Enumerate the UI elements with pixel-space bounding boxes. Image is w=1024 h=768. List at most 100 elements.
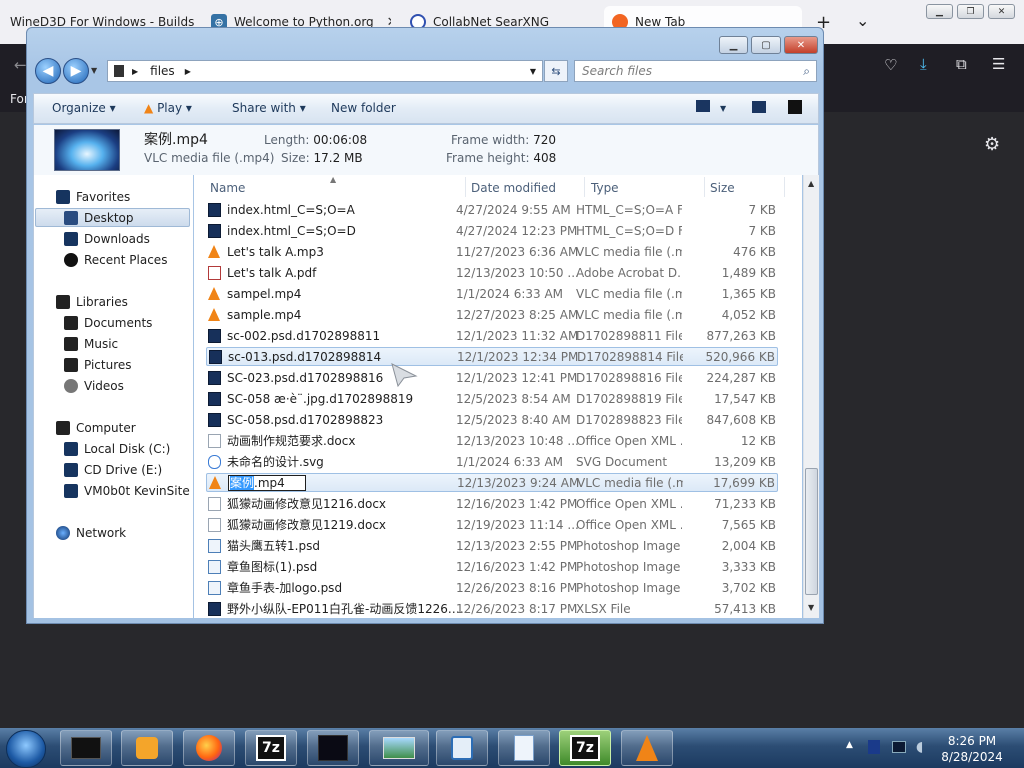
column-header-type[interactable]: Type — [591, 181, 619, 195]
file-row[interactable]: 案例.mp4 12/13/2023 9:24 AM VLC media file (… — [206, 473, 778, 492]
nav-downloads[interactable]: Downloads — [64, 229, 150, 248]
address-dropdown-icon[interactable]: ▼ — [530, 67, 536, 76]
close-button[interactable]: ✕ — [784, 36, 818, 54]
file-row[interactable]: sampel.mp4 1/1/2024 6:33 AM VLC media file… — [206, 284, 778, 303]
menu-icon[interactable]: ☰ — [992, 55, 1005, 73]
nav-computer[interactable]: Computer — [56, 418, 136, 437]
file-row[interactable]: SC-023.psd.d1702898816 12/1/2023 12:41 PM… — [206, 368, 778, 387]
taskbar-search-app-icon[interactable] — [436, 730, 488, 766]
taskbar-firefox-icon[interactable] — [183, 730, 235, 766]
taskbar-media-player-icon[interactable] — [121, 730, 173, 766]
file-row[interactable]: 野外小纵队-EP011白孔雀-动画反馈1226.x... 12/26/2023 8… — [206, 599, 778, 618]
nav-local-disk[interactable]: Local Disk (C:) — [64, 439, 170, 458]
tray-network-icon[interactable] — [868, 740, 880, 754]
chevron-right-icon[interactable]: ▶ — [132, 67, 138, 76]
taskbar-document-icon[interactable] — [498, 730, 550, 766]
column-divider[interactable] — [584, 177, 585, 197]
file-row[interactable]: 猫头鹰五转1.psd 12/13/2023 2:55 PM Photoshop Im… — [206, 536, 778, 555]
column-header-date[interactable]: Date modified — [471, 181, 556, 195]
taskbar-image-viewer-icon[interactable] — [369, 730, 429, 766]
vertical-scrollbar[interactable]: ▲ ▼ — [803, 175, 819, 618]
extensions-icon[interactable]: ⧉ — [956, 55, 967, 73]
refresh-button[interactable]: ⇆ — [544, 60, 568, 82]
search-icon[interactable]: ⌕ — [803, 64, 810, 79]
maximize-button[interactable]: ▢ — [751, 36, 781, 54]
recent-pages-dropdown-icon[interactable]: ▼ — [91, 66, 97, 75]
taskbar-vlc-icon[interactable] — [621, 730, 673, 766]
file-row[interactable]: 章鱼图标(1).psd 12/16/2023 1:42 PM Photoshop I… — [206, 557, 778, 576]
file-blk-icon — [208, 328, 221, 343]
browser-close-button[interactable]: ✕ — [988, 4, 1015, 19]
file-row[interactable]: Let's talk A.mp3 11/27/2023 6:36 AM VLC me… — [206, 242, 778, 261]
nav-pictures[interactable]: Pictures — [64, 355, 132, 374]
tab-list-button[interactable]: ⌄ — [856, 11, 869, 30]
preview-pane-icon[interactable] — [752, 101, 766, 113]
nav-network[interactable]: Network — [56, 523, 126, 542]
tray-volume-icon[interactable]: ◖ — [916, 739, 923, 755]
nav-music[interactable]: Music — [64, 334, 118, 353]
browser-minimize-button[interactable]: ▁ — [926, 4, 953, 19]
column-header-size[interactable]: Size — [710, 181, 735, 195]
file-row[interactable]: sample.mp4 12/27/2023 8:25 AM VLC media fi… — [206, 305, 778, 324]
file-row[interactable]: SC-058 æ·è¨.jpg.d1702898819 12/5/2023 8:5… — [206, 389, 778, 408]
file-row[interactable]: Let's talk A.pdf 12/13/2023 10:50 ... Adob… — [206, 263, 778, 282]
column-divider[interactable] — [784, 177, 785, 197]
file-row[interactable]: index.html_C=S;O=A 4/27/2024 9:55 AM HTML_… — [206, 200, 778, 219]
show-hidden-icons-icon[interactable]: ▲ — [846, 740, 853, 750]
scrollbar-thumb[interactable] — [805, 468, 818, 595]
settings-gear-icon[interactable]: ⚙ — [984, 134, 1000, 155]
file-row[interactable]: index.html_C=S;O=D 4/27/2024 12:23 PM HTML… — [206, 221, 778, 240]
address-bar[interactable]: ▶ files ▶ ▼ — [107, 60, 543, 82]
back-button[interactable]: ◀ — [35, 58, 61, 84]
file-name: Let's talk A.mp3 — [227, 244, 324, 259]
scroll-up-icon[interactable]: ▲ — [808, 179, 814, 188]
forward-button[interactable]: ▶ — [63, 58, 89, 84]
file-row[interactable]: sc-013.psd.d1702898814 12/1/2023 12:34 PM… — [206, 347, 778, 366]
download-icon[interactable]: ⤓ — [920, 55, 927, 73]
search-input[interactable]: Search files ⌕ — [574, 60, 817, 82]
scroll-down-icon[interactable]: ▼ — [808, 603, 814, 612]
column-header-name[interactable]: Name — [210, 181, 245, 195]
file-name: 猫头鹰五转1.psd — [227, 539, 320, 553]
help-icon[interactable] — [788, 100, 802, 114]
file-row[interactable]: 动画制作规范要求.docx 12/13/2023 10:48 ... Office … — [206, 431, 778, 450]
nav-desktop[interactable]: Desktop — [35, 208, 190, 227]
share-with-button[interactable]: Share with ▾ — [232, 101, 306, 115]
new-folder-button[interactable]: New folder — [331, 101, 396, 115]
taskbar-system-monitor-icon[interactable] — [307, 730, 359, 766]
taskbar-terminal-icon[interactable] — [60, 730, 112, 766]
nav-recent-places[interactable]: Recent Places — [64, 250, 167, 269]
column-divider[interactable] — [704, 177, 705, 197]
chevron-right-icon[interactable]: ▶ — [185, 67, 191, 76]
play-button[interactable]: ▲ Play ▾ — [144, 101, 192, 115]
file-row[interactable]: sc-002.psd.d1702898811 12/1/2023 11:32 AM… — [206, 326, 778, 345]
nav-favorites[interactable]: Favorites — [56, 187, 130, 206]
nav-videos[interactable]: Videos — [64, 376, 124, 395]
nav-vm-share[interactable]: VM0b0t KevinSite — [64, 481, 190, 500]
rename-input[interactable]: 案例.mp4 — [228, 474, 466, 491]
nav-cd-drive[interactable]: CD Drive (E:) — [64, 460, 162, 479]
nav-documents[interactable]: Documents — [64, 313, 152, 332]
file-row[interactable]: 狐獴动画修改意见1216.docx 12/16/2023 1:42 PM Offic… — [206, 494, 778, 513]
file-size: 4,052 KB — [721, 307, 776, 322]
file-row[interactable]: 狐獴动画修改意见1219.docx 12/19/2023 11:14 ... Off… — [206, 515, 778, 534]
minimize-button[interactable]: ▁ — [719, 36, 748, 54]
file-row[interactable]: 未命名的设计.svg 1/1/2024 6:33 AM SVG Document 13… — [206, 452, 778, 471]
view-dropdown-icon[interactable]: ▼ — [720, 104, 726, 113]
breadcrumb-files[interactable]: files — [150, 64, 175, 78]
column-divider[interactable] — [465, 177, 466, 197]
file-row[interactable]: SC-058.psd.d1702898823 12/5/2023 8:40 AM D… — [206, 410, 778, 429]
view-options-icon[interactable] — [696, 100, 710, 112]
back-arrow-icon[interactable]: ← — [14, 56, 27, 74]
system-clock[interactable]: 8:26 PM 8/28/2024 — [940, 733, 1004, 765]
tray-display-icon[interactable] — [892, 741, 906, 753]
pocket-icon[interactable]: ♡ — [884, 56, 897, 74]
organize-button[interactable]: Organize ▾ — [52, 101, 116, 115]
taskbar-7zip-active-icon[interactable]: 7z — [559, 730, 611, 766]
file-row[interactable]: 章鱼手表-加logo.psd 12/26/2023 8:16 PM Photosho… — [206, 578, 778, 597]
taskbar-7zip-icon[interactable]: 7z — [245, 730, 297, 766]
browser-maximize-button[interactable]: ❐ — [957, 4, 984, 19]
file-name: sample.mp4 — [227, 307, 302, 322]
nav-libraries[interactable]: Libraries — [56, 292, 128, 311]
start-button[interactable] — [6, 730, 46, 768]
